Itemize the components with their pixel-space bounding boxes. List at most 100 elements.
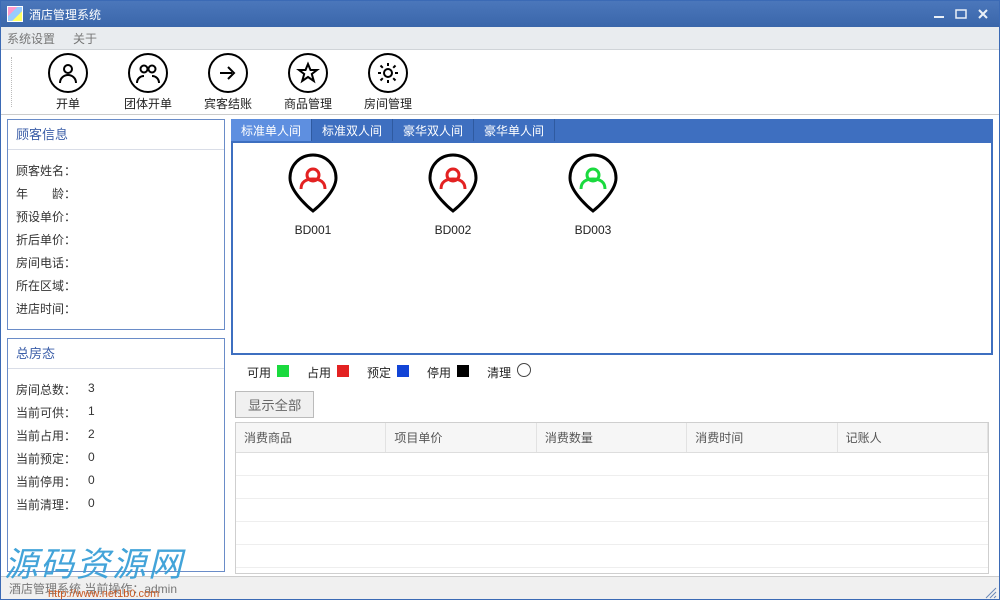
room-code: BD001	[295, 223, 332, 237]
resize-grip-icon[interactable]	[983, 585, 997, 599]
toolbar-goods-manage[interactable]: 商品管理	[278, 53, 338, 112]
field-value	[88, 162, 216, 179]
rooms-area: BD001 BD002 BD003	[231, 141, 993, 355]
table-row	[236, 476, 988, 499]
gear-icon	[368, 53, 408, 93]
room-BD002[interactable]: BD002	[413, 153, 493, 237]
field-label: 当前占用：	[16, 427, 88, 444]
column-header[interactable]: 消费商品	[236, 423, 386, 452]
menu-bar: 系统设置 关于	[1, 27, 999, 50]
room-BD001[interactable]: BD001	[273, 153, 353, 237]
field-value: 3	[88, 381, 216, 398]
legend-disabled: 停用	[427, 364, 469, 381]
room-code: BD002	[435, 223, 472, 237]
toolbar-room-manage[interactable]: 房间管理	[358, 53, 418, 112]
field-label: 折后单价：	[16, 231, 88, 248]
field-label: 当前预定：	[16, 450, 88, 467]
column-header[interactable]: 项目单价	[386, 423, 536, 452]
minimize-button[interactable]	[929, 6, 949, 22]
customer-field: 折后单价：	[16, 231, 216, 248]
field-label: 所在区域：	[16, 277, 88, 294]
show-all-button[interactable]: 显示全部	[235, 391, 314, 418]
field-label: 当前清理：	[16, 496, 88, 513]
field-value: 0	[88, 496, 216, 513]
tab-2[interactable]: 豪华双人间	[393, 119, 474, 141]
room-pin-icon	[565, 153, 621, 213]
customer-field: 房间电话：	[16, 254, 216, 271]
star-icon	[288, 53, 328, 93]
status-text: 酒店管理系统 当前操作：admin	[9, 580, 177, 597]
legend-reserved: 预定	[367, 364, 409, 381]
left-column: 顾客信息 顾客姓名：年 龄：预设单价：折后单价：房间电话：所在区域：进店时间： …	[1, 115, 231, 576]
table-row	[236, 545, 988, 568]
group-icon	[128, 53, 168, 93]
field-label: 顾客姓名：	[16, 162, 88, 179]
room-legend: 可用 占用 预定 停用 清理	[231, 355, 993, 389]
maximize-button[interactable]	[951, 6, 971, 22]
toolbar-guest-checkout[interactable]: 宾客结账	[198, 53, 258, 112]
toolbar-group-order[interactable]: 团体开单	[118, 53, 178, 112]
customer-field: 所在区域：	[16, 277, 216, 294]
field-value	[88, 300, 216, 317]
person-icon	[48, 53, 88, 93]
app-icon	[7, 6, 23, 22]
panel-title: 总房态	[8, 339, 224, 369]
customer-field: 年 龄：	[16, 185, 216, 202]
table-row	[236, 453, 988, 476]
panel-title: 顾客信息	[8, 120, 224, 150]
table-row	[236, 499, 988, 522]
room-pin-icon	[285, 153, 341, 213]
toolbar-label: 房间管理	[364, 95, 412, 112]
room-pin-icon	[425, 153, 481, 213]
field-label: 当前停用：	[16, 473, 88, 490]
tab-0[interactable]: 标准单人间	[231, 119, 312, 141]
room-BD003[interactable]: BD003	[553, 153, 633, 237]
consumption-table: 消费商品项目单价消费数量消费时间记账人	[235, 422, 989, 574]
status-bar: 酒店管理系统 当前操作：admin	[1, 576, 999, 599]
field-label: 年 龄：	[16, 185, 88, 202]
menu-about[interactable]: 关于	[73, 30, 97, 47]
field-value: 2	[88, 427, 216, 444]
window-title: 酒店管理系统	[29, 6, 101, 23]
toolbar-label: 开单	[56, 95, 80, 112]
right-column: 标准单人间标准双人间豪华双人间豪华单人间 BD001 BD002 BD003 可…	[231, 115, 999, 576]
field-value	[88, 277, 216, 294]
status-field: 当前清理：0	[16, 496, 216, 513]
customer-field: 预设单价：	[16, 208, 216, 225]
tab-3[interactable]: 豪华单人间	[474, 119, 555, 141]
toolbar-label: 宾客结账	[204, 95, 252, 112]
table-row	[236, 568, 988, 574]
field-value: 1	[88, 404, 216, 421]
toolbar-new-order[interactable]: 开单	[38, 53, 98, 112]
customer-field: 进店时间：	[16, 300, 216, 317]
tab-1[interactable]: 标准双人间	[312, 119, 393, 141]
legend-cleaning: 清理	[487, 363, 531, 381]
status-field: 当前占用：2	[16, 427, 216, 444]
column-header[interactable]: 消费时间	[687, 423, 837, 452]
menu-system-settings[interactable]: 系统设置	[7, 30, 55, 47]
field-value	[88, 231, 216, 248]
field-label: 预设单价：	[16, 208, 88, 225]
toolbar: 开单 团体开单 宾客结账 商品管理 房间管理	[1, 50, 999, 115]
field-value	[88, 185, 216, 202]
status-field: 当前预定：0	[16, 450, 216, 467]
status-field: 当前停用：0	[16, 473, 216, 490]
field-label: 房间总数：	[16, 381, 88, 398]
column-header[interactable]: 消费数量	[537, 423, 687, 452]
room-code: BD003	[575, 223, 612, 237]
table-row	[236, 522, 988, 545]
status-field: 房间总数：3	[16, 381, 216, 398]
legend-occupied: 占用	[307, 364, 349, 381]
field-label: 当前可供：	[16, 404, 88, 421]
toolbar-label: 商品管理	[284, 95, 332, 112]
toolbar-label: 团体开单	[124, 95, 172, 112]
legend-available: 可用	[247, 364, 289, 381]
field-value	[88, 254, 216, 271]
field-label: 进店时间：	[16, 300, 88, 317]
close-button[interactable]	[973, 6, 993, 22]
room-type-tabs: 标准单人间标准双人间豪华双人间豪华单人间	[231, 119, 993, 141]
arrow-out-icon	[208, 53, 248, 93]
title-bar: 酒店管理系统	[1, 1, 999, 27]
field-label: 房间电话：	[16, 254, 88, 271]
column-header[interactable]: 记账人	[838, 423, 988, 452]
